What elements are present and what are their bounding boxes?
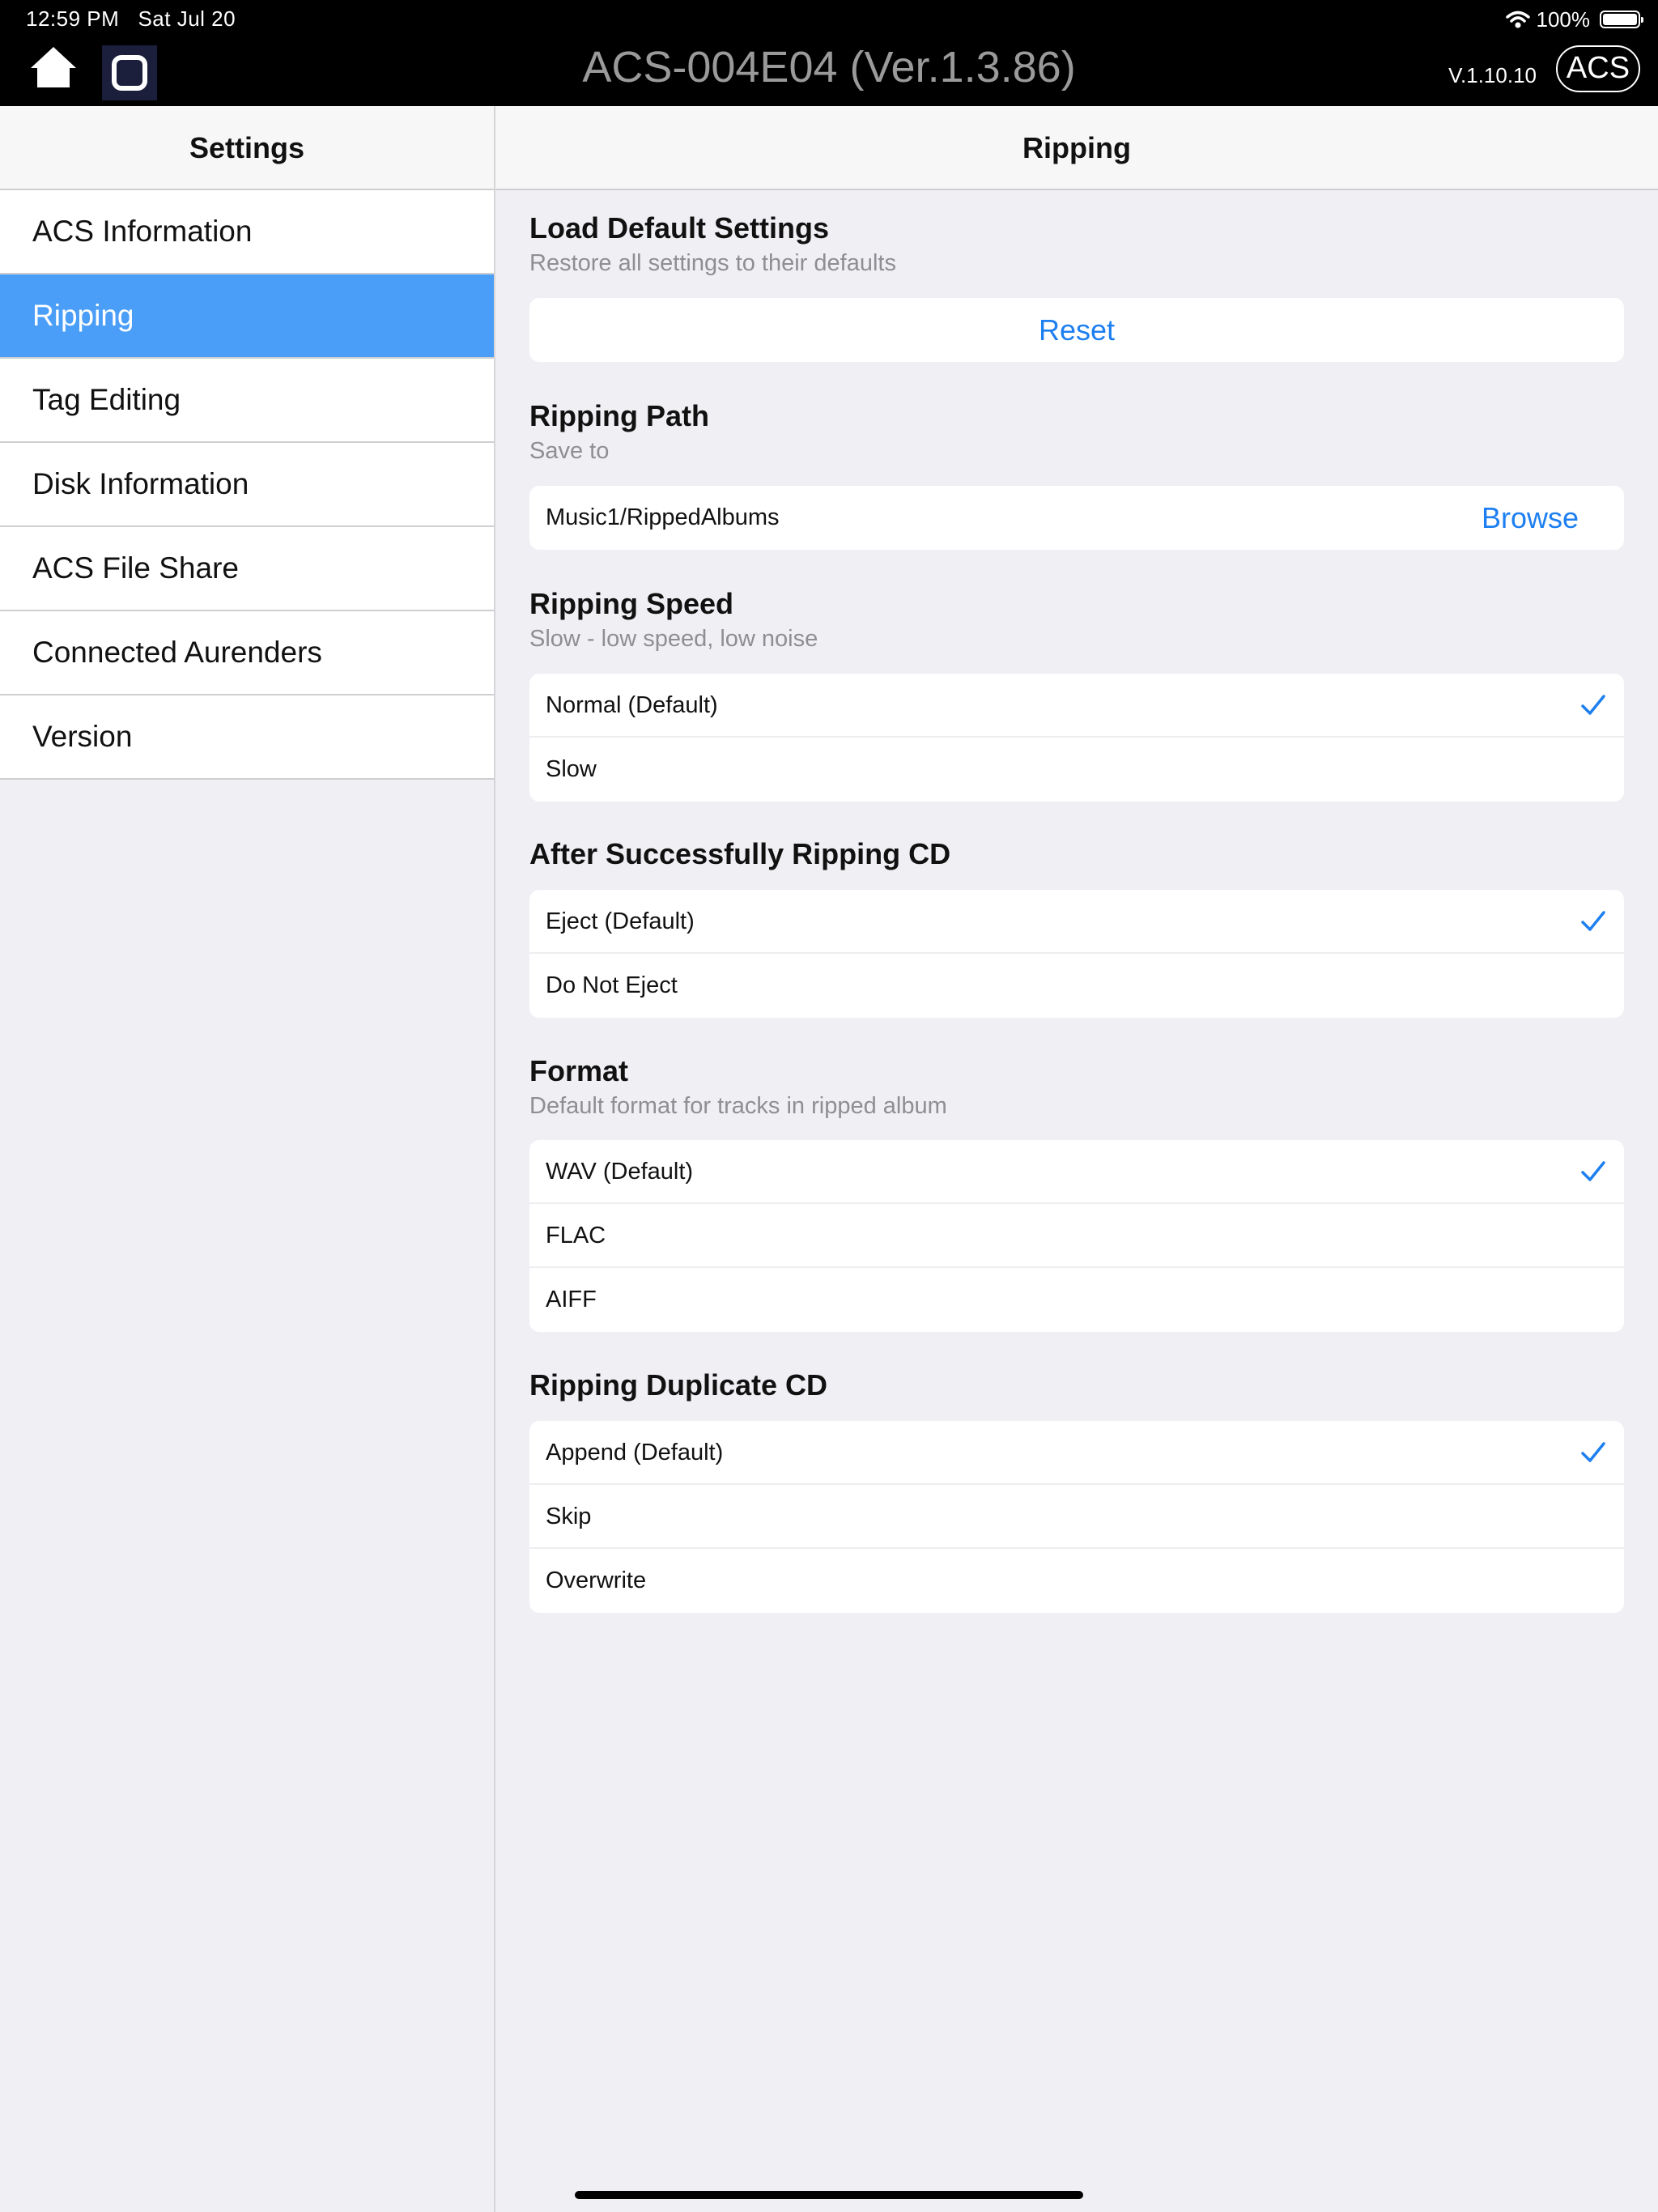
option-label: Skip bbox=[546, 1504, 592, 1529]
sidebar-item-connected-aurenders[interactable]: Connected Aurenders bbox=[0, 611, 494, 696]
reset-group: Reset bbox=[529, 298, 1624, 362]
option-label: Normal (Default) bbox=[546, 692, 718, 718]
section-title: Ripping Path bbox=[529, 399, 709, 432]
acs-button[interactable]: ACS bbox=[1556, 45, 1640, 92]
page-title: Ripping bbox=[495, 106, 1658, 190]
home-indicator[interactable] bbox=[575, 2191, 1083, 2199]
duplicate-section: Ripping Duplicate CD bbox=[529, 1368, 1624, 1402]
checkmark-icon bbox=[1581, 911, 1605, 931]
battery-percent: 100% bbox=[1536, 6, 1591, 32]
section-subtitle: Restore all settings to their defaults bbox=[529, 250, 896, 276]
battery-icon bbox=[1600, 11, 1643, 28]
option-eject[interactable]: Eject (Default) bbox=[529, 890, 1624, 954]
ripping-path-row: Music1/RippedAlbums Browse bbox=[529, 486, 1624, 550]
option-label: FLAC bbox=[546, 1223, 606, 1249]
option-label: AIFF bbox=[546, 1287, 597, 1312]
option-label: Eject (Default) bbox=[546, 908, 695, 934]
reset-button[interactable]: Reset bbox=[529, 298, 1624, 362]
ripping-path-group: Music1/RippedAlbums Browse bbox=[529, 486, 1624, 550]
app-version: V.1.10.10 bbox=[1448, 63, 1537, 87]
option-aiff[interactable]: AIFF bbox=[529, 1268, 1624, 1332]
after-ripping-section: After Successfully Ripping CD bbox=[529, 837, 1624, 871]
option-overwrite[interactable]: Overwrite bbox=[529, 1549, 1624, 1613]
option-append[interactable]: Append (Default) bbox=[529, 1421, 1624, 1485]
status-indicators: 100% bbox=[1505, 5, 1643, 34]
format-section: Format Default format for tracks in ripp… bbox=[529, 1054, 1624, 1121]
sidebar-item-disk-information[interactable]: Disk Information bbox=[0, 443, 494, 527]
sidebar-item-tag-editing[interactable]: Tag Editing bbox=[0, 359, 494, 443]
option-label: Overwrite bbox=[546, 1568, 647, 1593]
checkmark-icon bbox=[1581, 1161, 1605, 1181]
ripping-settings-panel: Ripping Load Default Settings Restore al… bbox=[495, 106, 1658, 2212]
load-default-section: Load Default Settings Restore all settin… bbox=[529, 211, 1624, 278]
option-label: Slow bbox=[546, 756, 597, 782]
format-options: WAV (Default) FLAC AIFF bbox=[529, 1140, 1624, 1332]
checkmark-icon bbox=[1581, 695, 1605, 715]
section-title: After Successfully Ripping CD bbox=[529, 837, 951, 870]
settings-sidebar: Settings ACS Information Ripping Tag Edi… bbox=[0, 106, 495, 2212]
section-subtitle: Save to bbox=[529, 438, 610, 464]
section-title: Ripping Speed bbox=[529, 587, 733, 620]
sidebar-item-version[interactable]: Version bbox=[0, 696, 494, 780]
option-wav[interactable]: WAV (Default) bbox=[529, 1140, 1624, 1204]
ripping-path-value: Music1/RippedAlbums bbox=[546, 504, 780, 530]
option-slow[interactable]: Slow bbox=[529, 738, 1624, 802]
sidebar-item-ripping[interactable]: Ripping bbox=[0, 274, 494, 359]
option-label: WAV (Default) bbox=[546, 1159, 694, 1185]
option-label: Append (Default) bbox=[546, 1440, 724, 1465]
browse-button[interactable]: Browse bbox=[1482, 486, 1579, 550]
wifi-icon bbox=[1505, 11, 1530, 28]
status-time: 12:59 PM Sat Jul 20 bbox=[26, 6, 236, 31]
option-label: Do Not Eject bbox=[546, 972, 678, 998]
section-title: Load Default Settings bbox=[529, 211, 830, 245]
duplicate-options: Append (Default) Skip Overwrite bbox=[529, 1421, 1624, 1613]
checkmark-icon bbox=[1581, 1442, 1605, 1462]
sidebar-item-acs-file-share[interactable]: ACS File Share bbox=[0, 527, 494, 611]
section-title: Format bbox=[529, 1054, 629, 1087]
section-subtitle: Default format for tracks in ripped albu… bbox=[529, 1093, 947, 1119]
option-normal[interactable]: Normal (Default) bbox=[529, 674, 1624, 738]
sidebar-title: Settings bbox=[0, 106, 494, 190]
top-bar: 12:59 PM Sat Jul 20 100% ACS-004E04 (Ver… bbox=[0, 0, 1658, 106]
sidebar-item-acs-information[interactable]: ACS Information bbox=[0, 190, 494, 274]
ripping-speed-options: Normal (Default) Slow bbox=[529, 674, 1624, 802]
section-subtitle: Slow - low speed, low noise bbox=[529, 626, 818, 652]
after-ripping-options: Eject (Default) Do Not Eject bbox=[529, 890, 1624, 1018]
option-skip[interactable]: Skip bbox=[529, 1485, 1624, 1549]
ripping-speed-section: Ripping Speed Slow - low speed, low nois… bbox=[529, 587, 1624, 653]
option-flac[interactable]: FLAC bbox=[529, 1204, 1624, 1268]
section-title: Ripping Duplicate CD bbox=[529, 1368, 827, 1402]
device-title: ACS-004E04 (Ver.1.3.86) bbox=[582, 43, 1076, 91]
ripping-path-section: Ripping Path Save to bbox=[529, 399, 1624, 466]
option-do-not-eject[interactable]: Do Not Eject bbox=[529, 954, 1624, 1018]
